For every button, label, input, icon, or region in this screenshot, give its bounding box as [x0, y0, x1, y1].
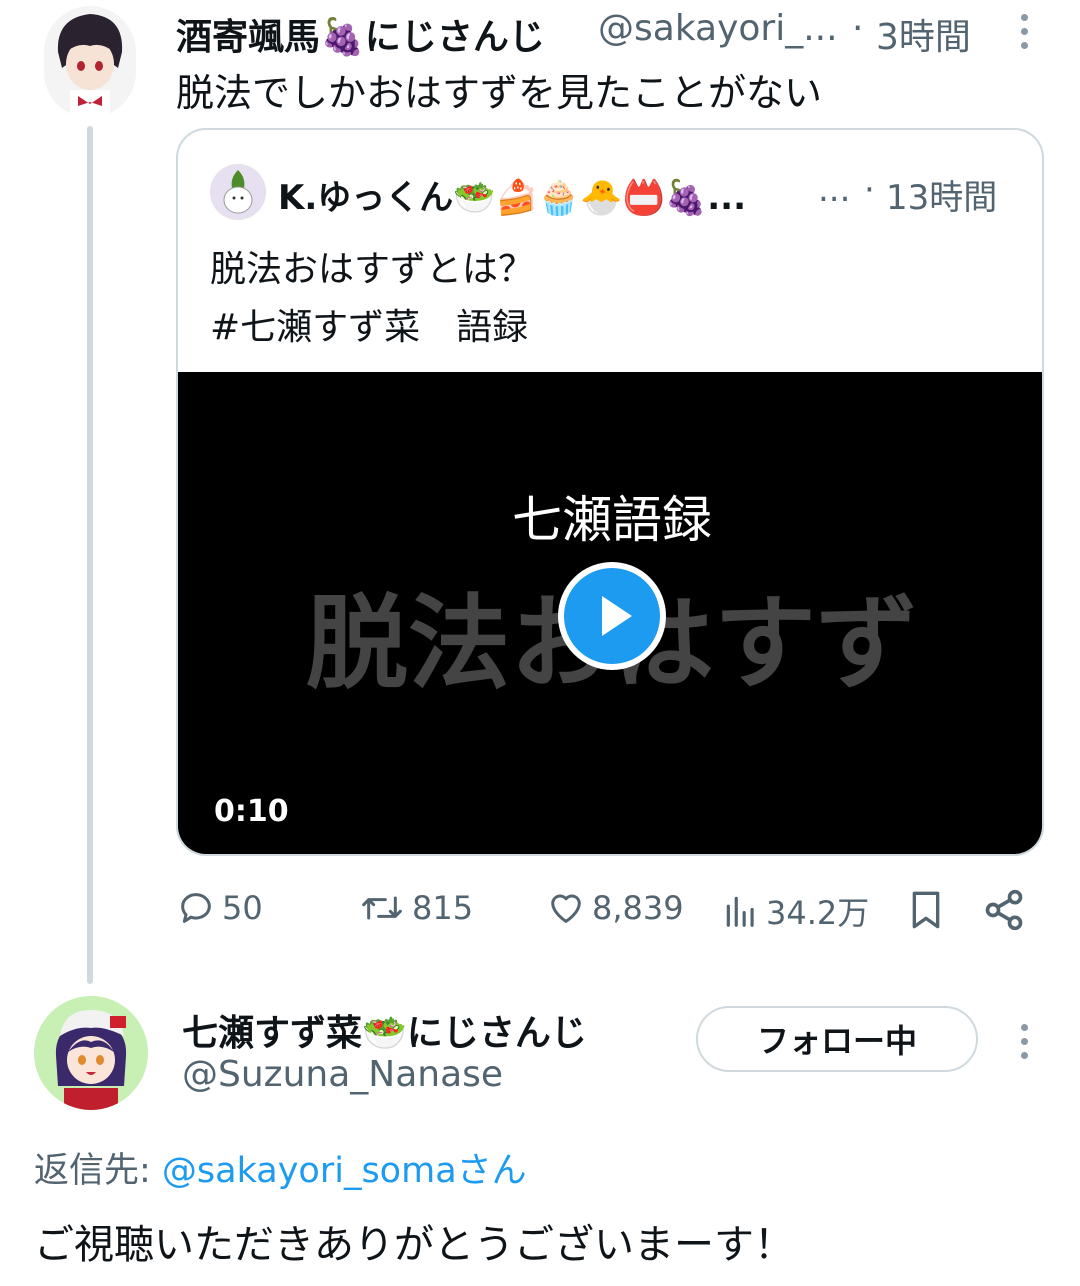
thread-line: [87, 126, 93, 984]
quote-ellipsis: ...: [818, 170, 851, 210]
like-count: 8,839: [592, 889, 684, 927]
top-tweet-display-name[interactable]: 酒寄颯馬🍇にじさんじ: [176, 8, 545, 60]
play-button[interactable]: [558, 562, 666, 670]
views-icon: [726, 896, 754, 927]
share-icon[interactable]: [982, 888, 1026, 936]
reply-more-icon[interactable]: [1019, 1024, 1029, 1059]
reply-to-prefix: 返信先:: [34, 1151, 162, 1191]
reply-tweet-text: ご視聴いただきありがとうございまーす！: [34, 1222, 794, 1268]
views-action[interactable]: 34.2万: [722, 888, 869, 934]
reply-to-line: 返信先: @sakayori_somaさん: [34, 1142, 527, 1193]
top-tweet-handle[interactable]: @sakayori_...: [598, 8, 838, 49]
quote-card[interactable]: K.ゆっくん🥗🍰🧁🐣📛🍇... ... · 13時間 脱法おはすずとは？ #七瀬…: [176, 128, 1044, 856]
reply-icon: [181, 893, 211, 923]
top-tweet-time[interactable]: 3時間: [876, 8, 971, 60]
top-tweet-separator: ·: [852, 8, 864, 49]
quote-time[interactable]: 13時間: [886, 170, 997, 219]
bookmark-icon[interactable]: [906, 888, 946, 936]
avatar-suzuna[interactable]: [34, 996, 148, 1110]
quote-text-line1: 脱法おはすずとは？: [210, 249, 535, 290]
following-button[interactable]: フォロー中: [696, 1006, 978, 1072]
reply-to-mention[interactable]: @sakayori_somaさん: [162, 1151, 527, 1191]
heart-icon: [551, 894, 581, 923]
video-player[interactable]: 七瀬語録 脱法おはすず 0:10: [178, 372, 1042, 854]
retweet-icon: [362, 896, 402, 920]
views-count: 34.2万: [766, 894, 870, 932]
retweet-action[interactable]: 815: [358, 888, 473, 928]
top-tweet-more-icon[interactable]: [1019, 14, 1029, 49]
quote-display-name[interactable]: K.ゆっくん🥗🍰🧁🐣📛🍇...: [278, 170, 746, 219]
top-tweet-text: 脱法でしかおはすずを見たことがない: [176, 71, 823, 115]
retweet-count: 815: [412, 889, 474, 927]
avatar-sakayori[interactable]: [44, 6, 136, 118]
quote-avatar[interactable]: [210, 164, 266, 220]
video-duration: 0:10: [214, 794, 289, 829]
reply-handle[interactable]: @Suzuna_Nanase: [182, 1054, 503, 1095]
reply-display-name[interactable]: 七瀬すず菜🥗にじさんじ: [182, 1004, 587, 1056]
like-action[interactable]: 8,839: [546, 888, 684, 928]
quote-text-line2[interactable]: #七瀬すず菜 語録: [210, 298, 528, 350]
reply-action[interactable]: 50: [176, 888, 263, 928]
quote-separator: ·: [864, 170, 875, 210]
video-title: 七瀬語録: [512, 491, 712, 549]
play-icon: [602, 596, 632, 636]
reply-count: 50: [222, 889, 263, 927]
